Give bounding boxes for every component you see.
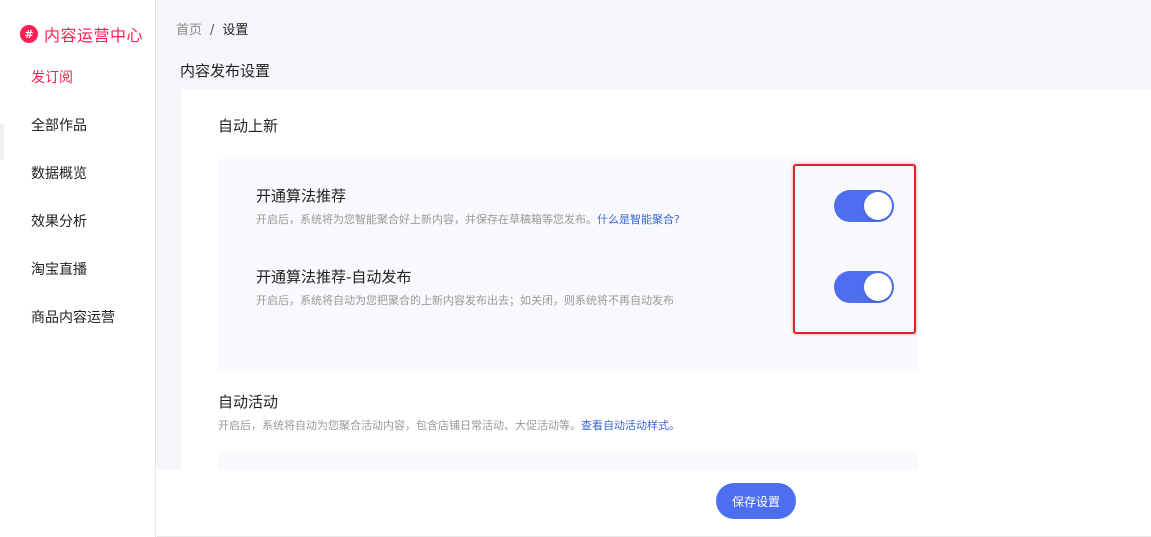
breadcrumb: 首页 / 设置 bbox=[176, 19, 248, 38]
auto-publish-desc: 开启后，系统将自动为您把聚合的上新内容发布出去；如关闭，则系统将不再自动发布 bbox=[256, 294, 674, 307]
auto-activity-section-title: 自动活动 bbox=[218, 393, 279, 411]
auto-activity-desc: 开启后，系统将自动为您聚合活动内容，包含店铺日常活动、大促活动等。查看自动活动样… bbox=[218, 417, 680, 433]
hashtag-logo-icon: # bbox=[20, 25, 38, 43]
footer-bar bbox=[157, 470, 1151, 537]
page-title: 内容发布设置 bbox=[180, 62, 271, 80]
app-title: 内容运营中心 bbox=[44, 26, 144, 45]
algorithm-recommend-desc: 开启后，系统将为您智能聚合好上新内容，并保存在草稿箱等您发布。什么是智能聚合? bbox=[256, 211, 680, 227]
sidebar-edge-marker bbox=[0, 124, 4, 160]
auto-new-section-title: 自动上新 bbox=[218, 117, 279, 135]
toggle-highlight-box bbox=[793, 164, 916, 334]
save-settings-button[interactable]: 保存设置 bbox=[716, 483, 796, 519]
sidebar-item-data-overview[interactable]: 数据概览 bbox=[31, 163, 87, 183]
auto-activity-options-card bbox=[218, 452, 918, 470]
app-logo[interactable]: # 内容运营中心 bbox=[20, 22, 143, 46]
sidebar-item-product-content[interactable]: 商品内容运营 bbox=[31, 307, 115, 327]
breadcrumb-current: 设置 bbox=[222, 23, 249, 38]
sidebar-item-subscribe[interactable]: 发订阅 bbox=[31, 67, 73, 87]
auto-publish-title: 开通算法推荐-自动发布 bbox=[256, 268, 412, 286]
sidebar-item-effect-analysis[interactable]: 效果分析 bbox=[31, 211, 87, 231]
auto-activity-style-link[interactable]: 查看自动活动样式。 bbox=[581, 419, 680, 432]
auto-activity-desc-text: 开启后，系统将自动为您聚合活动内容，包含店铺日常活动、大促活动等。 bbox=[218, 419, 581, 432]
breadcrumb-home-link[interactable]: 首页 bbox=[176, 23, 202, 38]
algorithm-recommend-desc-text: 开启后，系统将为您智能聚合好上新内容，并保存在草稿箱等您发布。 bbox=[256, 213, 597, 226]
smart-aggregation-help-link[interactable]: 什么是智能聚合? bbox=[597, 213, 680, 226]
sidebar-item-taobao-live[interactable]: 淘宝直播 bbox=[31, 259, 87, 279]
sidebar-item-all-works[interactable]: 全部作品 bbox=[31, 115, 87, 135]
sidebar: # 内容运营中心 发订阅 全部作品 数据概览 效果分析 淘宝直播 商品内容运营 bbox=[0, 0, 156, 537]
breadcrumb-separator: / bbox=[210, 23, 215, 38]
algorithm-recommend-title: 开通算法推荐 bbox=[256, 187, 347, 205]
